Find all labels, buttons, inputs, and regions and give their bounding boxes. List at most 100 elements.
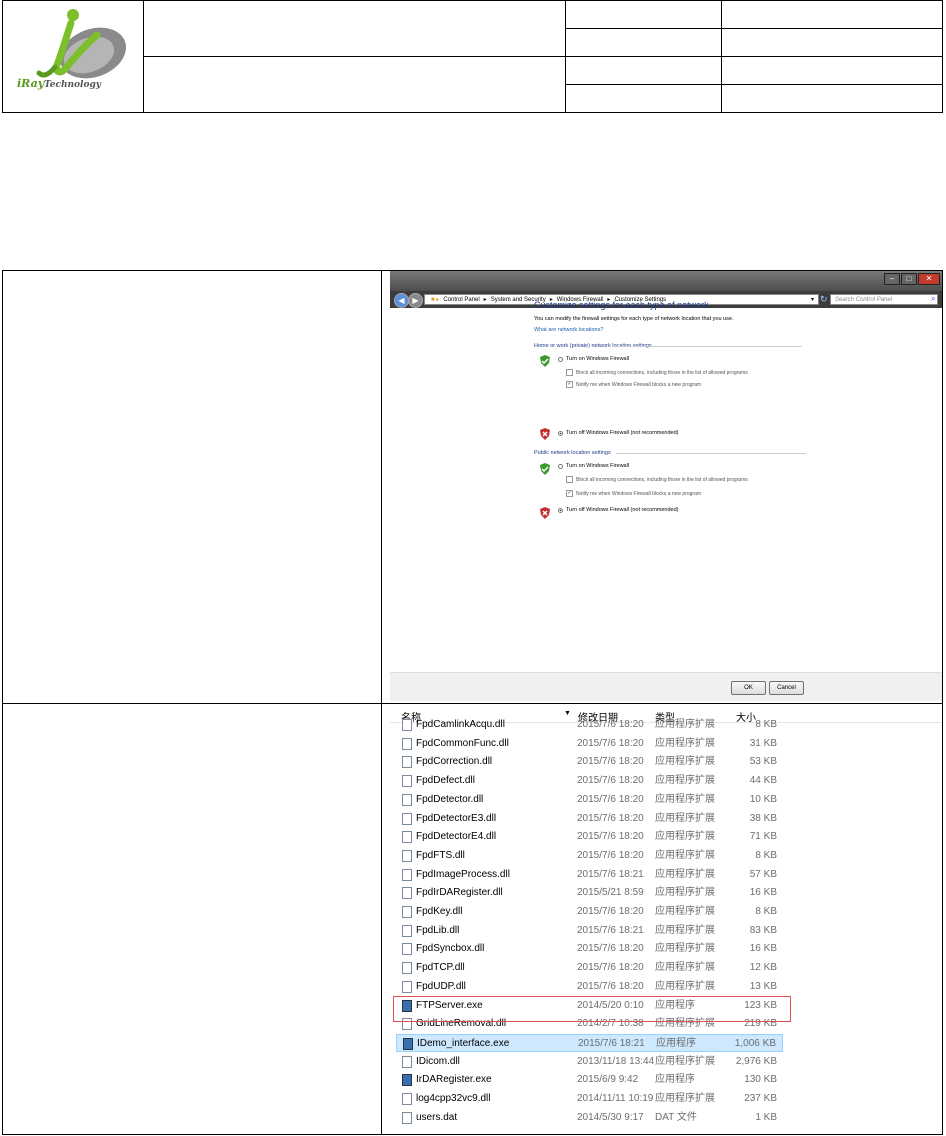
- file-type: 应用程序扩展: [655, 943, 715, 955]
- file-icon: [402, 793, 412, 806]
- turn-off-firewall-radio[interactable]: Turn off Windows Firewall (not recommend…: [558, 507, 678, 513]
- window-titlebar: – □ ✕: [390, 271, 942, 291]
- application-icon: [402, 1074, 412, 1087]
- file-size: 10 KB: [749, 793, 777, 805]
- file-size: 71 KB: [749, 831, 777, 843]
- file-name: FpdDetector.dll: [416, 793, 484, 805]
- notify-checkbox[interactable]: ✓ Notify me when Windows Firewall blocks …: [566, 490, 701, 497]
- file-icon: [402, 775, 412, 788]
- logo-icon: [36, 9, 126, 79]
- firewall-window: – □ ✕ ◀ ▶ ■ ▸ Control Panel ▸ System and …: [390, 271, 942, 701]
- folder-icon: ■ ▸: [431, 297, 440, 303]
- file-row[interactable]: FpdCorrection.dll 2015/7/6 18:20 应用程序扩展 53 …: [396, 753, 783, 771]
- file-icon: [402, 887, 412, 900]
- file-type: 应用程序扩展: [655, 962, 715, 974]
- file-name: IDemo_interface.exe: [417, 1037, 510, 1049]
- file-type: 应用程序扩展: [655, 1055, 715, 1067]
- file-size: 8 KB: [755, 849, 777, 861]
- file-icon: [402, 962, 412, 975]
- file-row[interactable]: FpdFTS.dll 2015/7/6 18:20 应用程序扩展 8 KB: [396, 847, 783, 865]
- file-row[interactable]: IDicom.dll 2013/11/18 13:44 应用程序扩展 2,976 KB: [396, 1053, 783, 1071]
- file-row[interactable]: FpdLib.dll 2015/7/6 18:21 应用程序扩展 83 KB: [396, 922, 783, 940]
- file-type: 应用程序扩展: [655, 849, 715, 861]
- file-icon: [402, 1055, 412, 1068]
- file-row[interactable]: FpdKey.dll 2015/7/6 18:20 应用程序扩展 8 KB: [396, 903, 783, 921]
- network-locations-link[interactable]: What are network locations?: [534, 327, 603, 333]
- file-row[interactable]: IrDARegister.exe 2015/6/9 9:42 应用程序 130 KB: [396, 1071, 783, 1089]
- file-name: FpdCommonFunc.dll: [416, 737, 509, 749]
- file-size: 237 KB: [744, 1093, 777, 1104]
- file-explorer: 名称 ▼ 修改日期 类型 大小 FpdCamlinkAcqu.dll2015/7…: [390, 704, 942, 1134]
- refresh-icon[interactable]: ↻: [820, 294, 828, 305]
- file-date: 2015/7/6 18:20: [577, 812, 644, 824]
- divider: [143, 56, 942, 57]
- file-row[interactable]: FpdSyncbox.dll 2015/7/6 18:20 应用程序扩展 16 KB: [396, 940, 783, 958]
- file-type: 应用程序: [655, 1074, 695, 1086]
- file-name: FpdDetectorE4.dll: [416, 831, 497, 843]
- file-type: 应用程序扩展: [655, 831, 715, 843]
- forward-button[interactable]: ▶: [408, 293, 423, 308]
- file-row[interactable]: FpdDetectorE3.dll 2015/7/6 18:20 应用程序扩展 38 …: [396, 810, 783, 828]
- header-table: iRayTechnology: [2, 0, 943, 113]
- file-date: 2015/7/6 18:20: [577, 756, 644, 768]
- file-date: 2015/7/6 18:20: [577, 775, 644, 787]
- file-row[interactable]: FpdImageProcess.dll 2015/7/6 18:21 应用程序扩展 5…: [396, 866, 783, 884]
- file-size: 83 KB: [749, 924, 777, 936]
- file-type: 应用程序扩展: [655, 906, 715, 917]
- file-size: 57 KB: [749, 868, 777, 880]
- block-incoming-checkbox[interactable]: Block all incoming connections, includin…: [566, 476, 748, 483]
- file-row[interactable]: FpdUDP.dll 2015/7/6 18:20 应用程序扩展 13 KB: [396, 978, 783, 996]
- file-name: FpdImageProcess.dll: [416, 868, 510, 880]
- file-row[interactable]: FpdCommonFunc.dll 2015/7/6 18:20 应用程序扩展 31 …: [396, 735, 783, 753]
- file-row[interactable]: FpdIrDARegister.dll 2015/5/21 8:59 应用程序扩展 1…: [396, 884, 783, 902]
- file-date: 2015/7/6 18:20: [577, 793, 644, 805]
- file-size: 31 KB: [749, 737, 777, 749]
- file-icon: [402, 906, 412, 918]
- file-type: 应用程序扩展: [655, 775, 715, 787]
- file-size: 38 KB: [749, 812, 777, 824]
- close-button[interactable]: ✕: [918, 273, 940, 285]
- cancel-button[interactable]: Cancel: [769, 681, 804, 695]
- file-row[interactable]: IDemo_interface.exe 2015/7/6 18:21 应用程序 1,0…: [396, 1033, 783, 1052]
- file-row[interactable]: users.dat 2014/5/30 9:17 DAT 文件 1 KB: [396, 1109, 783, 1127]
- green-shield-icon: [540, 463, 550, 475]
- maximize-button[interactable]: □: [901, 273, 917, 285]
- file-date: 2015/7/6 18:20: [577, 831, 644, 843]
- description: You can modify the firewall settings for…: [534, 316, 734, 322]
- back-button[interactable]: ◀: [394, 293, 409, 308]
- minimize-button[interactable]: –: [884, 273, 900, 285]
- divider: [565, 28, 942, 29]
- file-date: 2015/7/6 18:21: [578, 1037, 645, 1049]
- file-size: 16 KB: [749, 887, 777, 899]
- file-size: 16 KB: [749, 943, 777, 955]
- file-date: 2015/7/6 18:20: [577, 719, 644, 730]
- chevron-down-icon[interactable]: ▾: [811, 296, 814, 303]
- search-input[interactable]: Search Control Panel: [830, 294, 938, 305]
- file-icon: [402, 868, 412, 881]
- file-name: FpdFTS.dll: [416, 849, 465, 861]
- green-shield-icon: [540, 355, 550, 367]
- ok-button[interactable]: OK: [731, 681, 766, 695]
- file-size: 1,006 KB: [734, 1037, 776, 1049]
- file-type: 应用程序扩展: [655, 868, 715, 880]
- file-row[interactable]: log4cpp32vc9.dll 2014/11/11 10:19 应用程序扩展 23…: [396, 1090, 783, 1108]
- file-row[interactable]: FpdDefect.dll 2015/7/6 18:20 应用程序扩展 44 KB: [396, 772, 783, 790]
- notify-checkbox[interactable]: ✓ Notify me when Windows Firewall blocks …: [566, 381, 701, 388]
- file-type: 应用程序扩展: [655, 793, 715, 805]
- breadcrumb-item[interactable]: Control Panel: [443, 297, 479, 303]
- red-shield-icon: [540, 507, 550, 519]
- file-type: DAT 文件: [655, 1111, 697, 1123]
- file-row[interactable]: FpdCamlinkAcqu.dll 2015/7/6 18:20 应用程序扩展 8 …: [396, 716, 783, 734]
- turn-on-firewall-radio[interactable]: Turn on Windows Firewall: [558, 356, 629, 362]
- turn-on-firewall-radio[interactable]: Turn on Windows Firewall: [558, 463, 629, 469]
- file-row[interactable]: FpdTCP.dll 2015/7/6 18:20 应用程序扩展 12 KB: [396, 959, 783, 977]
- file-date: 2014/5/30 9:17: [577, 1111, 644, 1123]
- file-name: log4cpp32vc9.dll: [416, 1093, 491, 1104]
- file-row[interactable]: FpdDetectorE4.dll 2015/7/6 18:20 应用程序扩展 71 …: [396, 828, 783, 846]
- block-incoming-checkbox[interactable]: Block all incoming connections, includin…: [566, 369, 748, 376]
- file-date: 2014/11/11 10:19: [577, 1093, 654, 1104]
- turn-off-firewall-radio[interactable]: Turn off Windows Firewall (not recommend…: [558, 430, 678, 436]
- divider: [616, 453, 806, 454]
- file-date: 2015/7/6 18:20: [577, 943, 644, 955]
- file-row[interactable]: FpdDetector.dll 2015/7/6 18:20 应用程序扩展 10 KB: [396, 791, 783, 809]
